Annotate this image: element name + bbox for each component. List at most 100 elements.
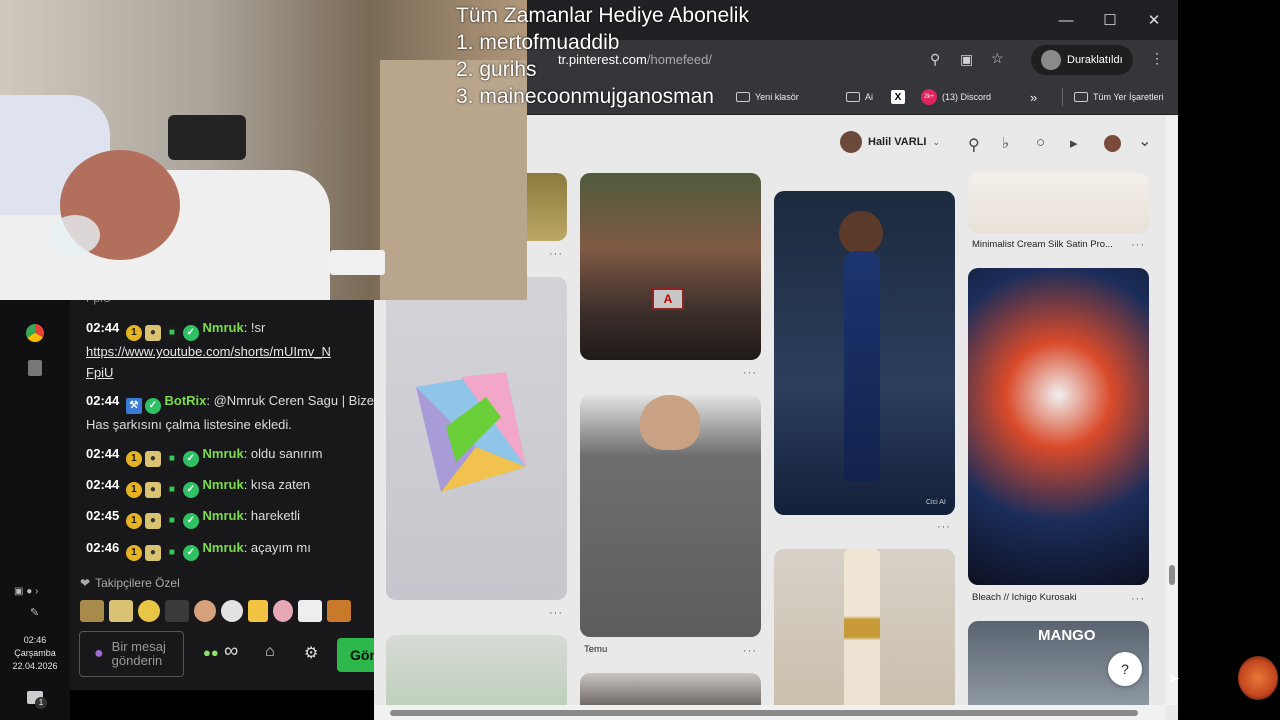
bell-icon[interactable]: ♭ — [1002, 134, 1009, 152]
infinity-icon[interactable]: ∞ — [224, 640, 238, 663]
app-icon[interactable] — [28, 360, 42, 376]
tray-icons[interactable]: ▣ ● › — [14, 586, 38, 597]
subscriber-badge-icon: 1 — [125, 451, 142, 467]
bot-badge-icon: ⚒ — [125, 398, 142, 414]
vertical-scrollbar[interactable] — [1166, 115, 1178, 705]
search-icon[interactable]: ⚲ — [968, 135, 980, 155]
followers-only-label: Takipçilere Özel — [95, 576, 180, 590]
chat-text: : oldu sanırım — [243, 446, 323, 461]
emote-icon[interactable] — [165, 600, 189, 622]
more-options-icon[interactable]: ··· — [937, 521, 951, 533]
pin-image[interactable] — [968, 268, 1149, 585]
account-switcher[interactable]: Halil VARLI ⌄ — [840, 131, 940, 153]
bookmark-discord[interactable]: 2k+ (13) Discord — [921, 80, 991, 114]
menu-kebab-icon[interactable]: ⋮ — [1150, 50, 1164, 67]
pin-image[interactable]: Cici AI — [774, 191, 955, 515]
more-bookmarks-icon[interactable]: » — [1030, 80, 1037, 114]
chat-username[interactable]: BotRix — [165, 393, 207, 408]
leaderboard-rank-2: 2. gurihs — [456, 58, 537, 81]
belt-buckle: A — [652, 288, 684, 310]
install-app-icon[interactable]: ▣ — [960, 51, 973, 68]
action-center-icon[interactable]: 1 — [27, 691, 47, 709]
microphone-icon[interactable]: ● — [94, 645, 104, 663]
horizontal-scrollbar[interactable] — [374, 705, 1166, 720]
emote-icon[interactable] — [109, 600, 133, 622]
chat-text: : açayım mı — [243, 540, 311, 555]
verified-badge-icon: ✓ — [182, 513, 199, 529]
messages-icon[interactable]: ○ — [1036, 134, 1045, 151]
chat-link[interactable]: https://www.youtube.com/shorts/mUImv_N — [86, 344, 331, 359]
profile-button[interactable]: Duraklatıldı — [1031, 45, 1133, 75]
send-button[interactable]: Gön — [337, 638, 374, 672]
points-icon[interactable]: ●● — [203, 645, 219, 660]
pen-icon[interactable]: ✎ — [30, 606, 39, 619]
more-options-icon[interactable]: ··· — [743, 367, 757, 379]
chrome-icon[interactable] — [26, 324, 44, 342]
chat-message: 02:45 1 ● ■ ✓ Nmruk: hareketli — [86, 505, 376, 529]
settings-gear-icon[interactable]: ⚙ — [304, 643, 318, 663]
emote-icon[interactable] — [273, 600, 293, 622]
verified-badge-icon: ✓ — [182, 482, 199, 498]
chat-input[interactable]: ● Bir mesaj gönderin — [79, 631, 184, 677]
emote-icon[interactable] — [298, 600, 322, 622]
pikachu-badge-icon: ● — [144, 545, 161, 561]
emote-icon[interactable] — [248, 600, 268, 622]
emote-icon[interactable] — [80, 600, 104, 622]
pin-image[interactable] — [580, 395, 761, 637]
minimize-button[interactable]: — — [1044, 0, 1088, 40]
scrollbar-thumb[interactable] — [1169, 565, 1175, 585]
chat-text: : kısa zaten — [243, 477, 311, 492]
mouse-cursor-icon: ➤ — [1168, 670, 1180, 686]
megaphone-icon[interactable]: ▸ — [1070, 134, 1078, 152]
emote-icon[interactable] — [194, 600, 216, 622]
bookmark-x[interactable]: X — [891, 80, 905, 114]
verified-badge-icon: ✓ — [182, 451, 199, 467]
notification-count: 1 — [35, 697, 47, 709]
bookmark-folder-ai[interactable]: Ai — [846, 80, 873, 114]
help-button[interactable]: ? — [1108, 652, 1142, 686]
emote-icon[interactable] — [138, 600, 160, 622]
emote-icon[interactable] — [221, 600, 243, 622]
bookmark-label: Tüm Yer İşaretleri — [1093, 92, 1164, 102]
user-name: Halil VARLI — [868, 136, 927, 148]
close-button[interactable]: ✕ — [1132, 0, 1176, 40]
verified-badge-icon: ✓ — [182, 325, 199, 341]
gift-leaderboard: Tüm Zamanlar Hediye Abonelik 1. mertofmu… — [456, 2, 749, 110]
chat-username[interactable]: Nmruk — [203, 446, 244, 461]
subscriber-badge-icon: 1 — [125, 545, 142, 561]
hair — [839, 211, 883, 255]
chat-time: 02:45 — [86, 508, 120, 523]
folder-icon — [846, 92, 860, 102]
more-options-icon[interactable]: ··· — [743, 645, 757, 657]
bookmark-all[interactable]: Tüm Yer İşaretleri — [1074, 80, 1164, 114]
maximize-button[interactable]: ☐ — [1088, 0, 1132, 40]
more-options-icon[interactable]: ··· — [549, 248, 563, 260]
profile-avatar[interactable] — [1104, 135, 1121, 152]
more-options-icon[interactable]: ··· — [1131, 239, 1145, 251]
taskbar-clock[interactable]: 02:46 Çarşamba 22.04.2026 — [0, 634, 70, 673]
more-options-icon[interactable]: ··· — [1131, 593, 1145, 605]
gift-badge-icon: ■ — [163, 513, 180, 529]
pin-image[interactable] — [774, 549, 955, 720]
scrollbar-thumb[interactable] — [390, 710, 1138, 716]
store-sign: MANGO — [1038, 627, 1096, 644]
clock-date: 22.04.2026 — [12, 661, 58, 671]
emote-icon[interactable] — [327, 600, 351, 622]
chat-username[interactable]: Nmruk — [203, 477, 244, 492]
zoom-icon[interactable]: ⚲ — [930, 51, 940, 68]
more-options-icon[interactable]: ··· — [549, 607, 563, 619]
chat-message: 02:44 1 ● ■ ✓ Nmruk: kısa zaten — [86, 474, 376, 498]
chat-username[interactable]: Nmruk — [203, 540, 244, 555]
chevron-down-icon[interactable]: ⌄ — [1138, 131, 1151, 151]
bookmark-star-icon[interactable]: ☆ — [991, 50, 1004, 67]
chat-message: 02:46 1 ● ■ ✓ Nmruk: açayım mı — [86, 537, 376, 561]
pin-image[interactable] — [386, 277, 567, 600]
chat-username[interactable]: Nmruk — [203, 320, 244, 335]
pin-image[interactable] — [968, 173, 1149, 233]
chat-link[interactable]: FpiU — [86, 365, 113, 380]
chat-username[interactable]: Nmruk — [203, 508, 244, 523]
cpap-machine — [168, 115, 246, 160]
store-icon[interactable]: ⌂ — [265, 643, 275, 661]
clock-day: Çarşamba — [14, 648, 56, 658]
pin-image[interactable]: A — [580, 173, 761, 360]
